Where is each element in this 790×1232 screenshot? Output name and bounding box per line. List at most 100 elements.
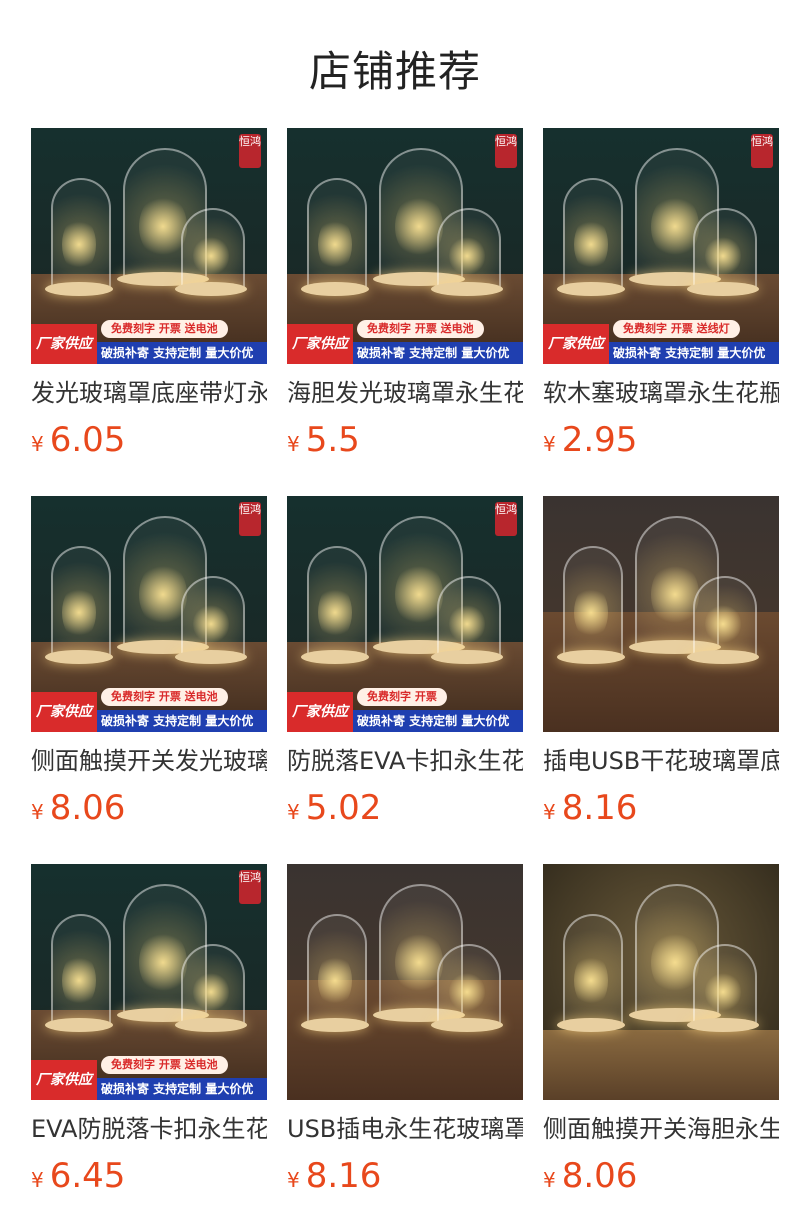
promo-banner-top: 免费刻字 开票 送电池 bbox=[357, 320, 484, 338]
product-name[interactable]: 软木塞玻璃罩永生花瓶 bbox=[543, 378, 779, 408]
light-glow bbox=[62, 952, 96, 1008]
product-image[interactable]: 恒鸿厂家供应 免费刻字 开票 送电池 破损补寄 支持定制 量大价优 bbox=[31, 496, 267, 732]
product-image[interactable]: 恒鸿 厂家供应 免费刻字 开票 破损补寄 支持定制 量大价优 bbox=[287, 496, 523, 732]
product-image[interactable]: 恒鸿厂家供应 免费刻字 开票 送电池破损补寄 支持定制 量大价优 bbox=[31, 864, 267, 1100]
wooden-base bbox=[45, 1018, 113, 1032]
product-card[interactable]: 恒鸿厂家供应 免费刻字 开票 送电池 破损补寄 支持定制 量大价优侧面触摸开关发光玻… bbox=[31, 496, 267, 828]
light-glow bbox=[318, 952, 352, 1008]
price-value: 8.06 bbox=[49, 788, 126, 828]
wooden-base bbox=[175, 1018, 247, 1032]
promo-banner-bottom: 破损补寄 支持定制 量大价优 bbox=[97, 710, 267, 732]
store-recommendation-page: 店铺推荐 恒鸿 厂家供应 免费刻字 开票 送电池 破损补寄 支持定制 量大价优 发光玻璃… bbox=[0, 0, 790, 1232]
light-glow bbox=[705, 972, 741, 1012]
promo-banner-left: 厂家供应 bbox=[31, 1060, 97, 1100]
light-glow bbox=[705, 604, 741, 644]
product-name[interactable]: 防脱落EVA卡扣永生花玻璃罩 bbox=[287, 746, 523, 776]
price-value: 8.16 bbox=[305, 1156, 382, 1196]
wooden-base bbox=[557, 650, 625, 664]
promo-banner-top: 免费刻字 开票 送线灯 bbox=[613, 320, 740, 338]
light-glow bbox=[574, 584, 608, 640]
wooden-base bbox=[45, 282, 113, 296]
currency-symbol: ¥ bbox=[543, 1168, 556, 1192]
wooden-base bbox=[175, 282, 247, 296]
brand-seal: 恒鸿 bbox=[239, 870, 261, 904]
product-card[interactable]: 恒鸿 厂家供应 免费刻字 开票 送电池 破损补寄 支持定制 量大价优海胆发光玻璃罩永生… bbox=[287, 128, 523, 460]
product-name[interactable]: USB插电永生花玻璃罩底座 bbox=[287, 1114, 523, 1144]
brand-seal: 恒鸿 bbox=[751, 134, 773, 168]
product-price: ¥8.06 bbox=[543, 1156, 779, 1196]
product-card[interactable]: 插电USB干花玻璃罩底座 ¥8.16 bbox=[543, 496, 779, 828]
product-image[interactable]: 恒鸿 厂家供应 免费刻字 开票 送电池 破损补寄 支持定制 量大价优 bbox=[287, 128, 523, 364]
wooden-base bbox=[45, 650, 113, 664]
light-glow bbox=[574, 216, 608, 272]
wooden-base bbox=[431, 282, 503, 296]
promo-banner: 厂家供应 免费刻字 开票 送电池破损补寄 支持定制 量大价优 bbox=[31, 1056, 267, 1100]
wooden-base bbox=[301, 282, 369, 296]
product-image[interactable]: 恒鸿 厂家供应 免费刻字 开票 送线灯 破损补寄 支持定制 量大价优 bbox=[543, 128, 779, 364]
product-name[interactable]: 插电USB干花玻璃罩底座 bbox=[543, 746, 779, 776]
promo-banner: 厂家供应 免费刻字 开票 送电池 破损补寄 支持定制 量大价优 bbox=[287, 320, 523, 364]
light-glow bbox=[193, 972, 229, 1012]
product-card[interactable]: 恒鸿厂家供应 免费刻字 开票 送电池 破损补寄 支持定制 量大价优发光玻璃罩底座带灯… bbox=[31, 128, 267, 460]
light-glow bbox=[193, 604, 229, 644]
light-glow bbox=[318, 584, 352, 640]
product-image[interactable] bbox=[287, 864, 523, 1100]
promo-banner-left: 厂家供应 bbox=[31, 324, 97, 364]
light-glow bbox=[139, 561, 187, 627]
product-price: ¥8.16 bbox=[287, 1156, 523, 1196]
price-value: 6.45 bbox=[49, 1156, 126, 1196]
light-glow bbox=[574, 952, 608, 1008]
product-price: ¥8.06 bbox=[31, 788, 267, 828]
brand-seal: 恒鸿 bbox=[239, 134, 261, 168]
light-glow bbox=[395, 561, 443, 627]
product-name[interactable]: 侧面触摸开关海胆永生花 bbox=[543, 1114, 779, 1144]
currency-symbol: ¥ bbox=[287, 1168, 300, 1192]
product-name[interactable]: 海胆发光玻璃罩永生花底座 bbox=[287, 378, 523, 408]
promo-banner: 厂家供应 免费刻字 开票破损补寄 支持定制 量大价优 bbox=[287, 688, 523, 732]
promo-banner-left: 厂家供应 bbox=[287, 692, 353, 732]
product-image[interactable]: 恒鸿厂家供应 免费刻字 开票 送电池 破损补寄 支持定制 量大价优 bbox=[31, 128, 267, 364]
price-value: 5.02 bbox=[305, 788, 382, 828]
promo-banner-bottom: 破损补寄 支持定制 量大价优 bbox=[97, 1078, 267, 1100]
light-glow bbox=[139, 193, 187, 259]
promo-banner: 厂家供应 免费刻字 开票 送线灯 破损补寄 支持定制 量大价优 bbox=[543, 320, 779, 364]
product-price: ¥8.16 bbox=[543, 788, 779, 828]
image-table-surface bbox=[543, 1030, 779, 1100]
product-name[interactable]: 发光玻璃罩底座带灯永生花 bbox=[31, 378, 267, 408]
light-glow bbox=[139, 929, 187, 995]
promo-banner-top: 免费刻字 开票 bbox=[357, 688, 447, 706]
product-name[interactable]: 侧面触摸开关发光玻璃罩 bbox=[31, 746, 267, 776]
promo-banner-left: 厂家供应 bbox=[287, 324, 353, 364]
promo-banner-bottom: 破损补寄 支持定制 量大价优 bbox=[353, 710, 523, 732]
light-glow bbox=[62, 584, 96, 640]
wooden-base bbox=[431, 1018, 503, 1032]
product-card[interactable]: 侧面触摸开关海胆永生花 ¥8.06 bbox=[543, 864, 779, 1196]
product-price: ¥5.5 bbox=[287, 420, 523, 460]
wooden-base bbox=[301, 650, 369, 664]
product-image[interactable] bbox=[543, 496, 779, 732]
currency-symbol: ¥ bbox=[287, 432, 300, 456]
light-glow bbox=[651, 929, 699, 995]
product-price: ¥6.45 bbox=[31, 1156, 267, 1196]
price-value: 5.5 bbox=[305, 420, 360, 460]
product-card[interactable]: 恒鸿厂家供应 免费刻字 开票 送电池破损补寄 支持定制 量大价优 EVA防脱落卡扣永… bbox=[31, 864, 267, 1196]
product-card[interactable]: 恒鸿厂家供应免费刻字 开票破损补寄 支持定制 量大价优防脱落EVA卡扣永生花玻璃… bbox=[287, 496, 523, 828]
promo-banner: 厂家供应 免费刻字 开票 送电池 破损补寄 支持定制 量大价优 bbox=[31, 320, 267, 364]
price-value: 8.16 bbox=[561, 788, 638, 828]
product-name[interactable]: EVA防脱落卡扣永生花玻璃罩 bbox=[31, 1114, 267, 1144]
wooden-base bbox=[687, 650, 759, 664]
promo-banner-bottom: 破损补寄 支持定制 量大价优 bbox=[609, 342, 779, 364]
promo-banner-bottom: 破损补寄 支持定制 量大价优 bbox=[97, 342, 267, 364]
wooden-base bbox=[687, 1018, 759, 1032]
light-glow bbox=[449, 236, 485, 276]
brand-seal: 恒鸿 bbox=[239, 502, 261, 536]
product-price: ¥6.05 bbox=[31, 420, 267, 460]
product-card[interactable]: USB插电永生花玻璃罩底座 ¥8.16 bbox=[287, 864, 523, 1196]
promo-banner: 厂家供应 免费刻字 开票 送电池 破损补寄 支持定制 量大价优 bbox=[31, 688, 267, 732]
wooden-base bbox=[557, 282, 625, 296]
product-image[interactable] bbox=[543, 864, 779, 1100]
light-glow bbox=[318, 216, 352, 272]
product-card[interactable]: 恒鸿 厂家供应 免费刻字 开票 送线灯 破损补寄 支持定制 量大价优 软木塞玻璃罩永生花… bbox=[543, 128, 779, 460]
promo-banner-top: 免费刻字 开票 送电池 bbox=[101, 1056, 228, 1074]
page-title: 店铺推荐 bbox=[308, 47, 481, 96]
